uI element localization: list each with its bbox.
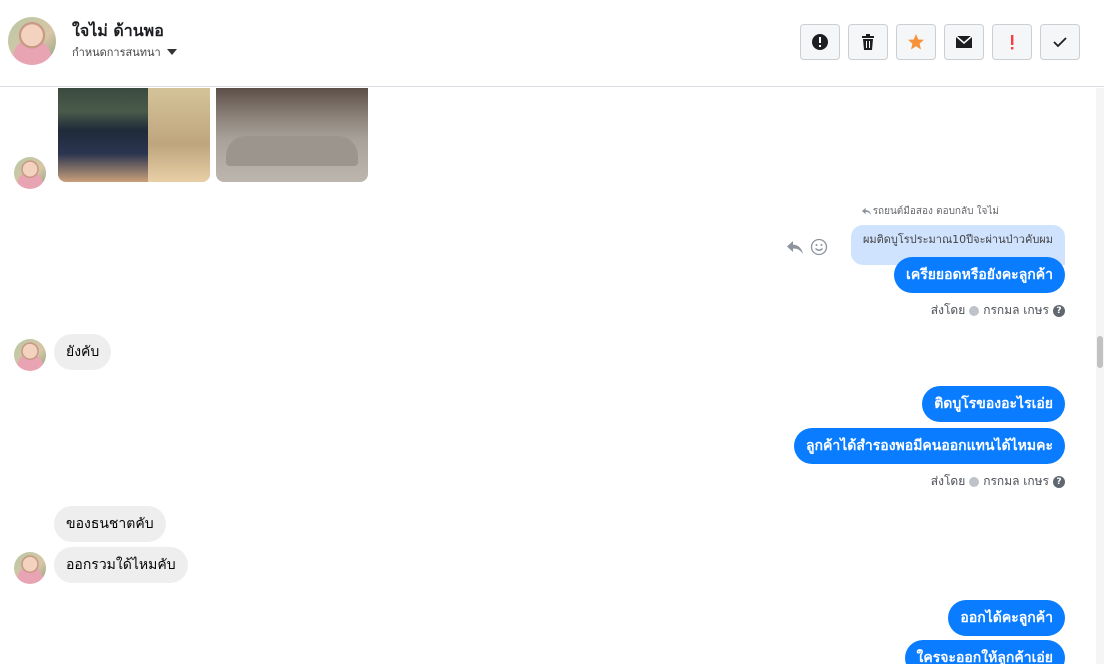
reply-icon[interactable] [786, 238, 804, 256]
reply-arrow-icon [861, 207, 871, 216]
star-icon [908, 34, 924, 50]
outgoing-message[interactable]: ติดบูโรของอะไรเอ่ย [922, 386, 1065, 422]
outgoing-message[interactable]: ลูกค้าได้สำรองพอมีคนออกแทนได้ไหมคะ [793, 428, 1065, 464]
message-actions [786, 238, 828, 256]
shared-photo[interactable] [58, 88, 210, 182]
incoming-message[interactable]: ออกรวมใด้ไหมคับ [54, 547, 188, 583]
conversation-header: ใจไม่ ด้านพอ กำหนดการสนทนา [0, 0, 1104, 87]
message-thread: รถยนต์มือสอง ตอบกลับ ใจไม่ ผมติดบูโรประม… [0, 88, 1104, 664]
sent-by-agent: กรกมล เกษร [983, 303, 1049, 317]
toolbar [800, 24, 1080, 60]
reply-label-text: รถยนต์มือสอง ตอบกลับ ใจไม่ [872, 206, 999, 217]
shared-photo[interactable] [216, 88, 368, 182]
contact-avatar-small [14, 552, 46, 584]
contact-avatar-small [14, 157, 46, 189]
mark-spam-button[interactable] [992, 24, 1032, 60]
conversation-settings-label: กำหนดการสนทนา [72, 46, 161, 59]
envelope-icon [955, 35, 973, 48]
caret-down-icon [166, 49, 177, 55]
delete-button[interactable] [848, 24, 888, 60]
scrollbar[interactable] [1096, 88, 1104, 664]
sent-by-info: ส่งโดย กรกมล เกษร ? [931, 301, 1065, 320]
follow-up-button[interactable] [800, 24, 840, 60]
contact-avatar-small [14, 339, 46, 371]
incoming-message[interactable]: ยังคับ [54, 334, 112, 370]
trash-icon [862, 34, 874, 50]
emoji-react-icon[interactable] [810, 238, 828, 256]
outgoing-message[interactable]: ออกได้คะลูกค้า [948, 600, 1065, 636]
sent-by-prefix: ส่งโดย [930, 303, 966, 317]
sent-by-info: ส่งโดย กรกมล เกษร ? [931, 472, 1065, 491]
check-icon [1053, 37, 1067, 48]
sent-by-agent: กรกมล เกษร [983, 474, 1049, 488]
mark-done-button[interactable] [1040, 24, 1080, 60]
contact-name[interactable]: ใจไม่ ด้านพอ [72, 19, 164, 44]
verified-icon [969, 305, 980, 316]
outgoing-message[interactable]: เครียยอดหรือยังคะลูกค้า [894, 257, 1065, 293]
sent-by-prefix: ส่งโดย [930, 474, 966, 488]
mark-unread-button[interactable] [944, 24, 984, 60]
incoming-message[interactable]: ของธนชาตคับ [54, 506, 166, 542]
help-icon[interactable]: ? [1053, 304, 1065, 317]
conversation-settings-dropdown[interactable]: กำหนดการสนทนา [72, 43, 177, 61]
verified-icon [969, 476, 980, 487]
exclamation-mark-icon [1011, 35, 1014, 50]
outgoing-message[interactable]: ใครจะออกให้ลูกค้าเอ่ย [904, 640, 1065, 664]
reply-indicator: รถยนต์มือสอง ตอบกลับ ใจไม่ [861, 204, 999, 219]
contact-avatar[interactable] [8, 17, 56, 65]
star-button[interactable] [896, 24, 936, 60]
help-icon[interactable]: ? [1053, 475, 1065, 488]
scrollbar-thumb[interactable] [1097, 336, 1103, 368]
exclamation-circle-icon [812, 34, 828, 50]
